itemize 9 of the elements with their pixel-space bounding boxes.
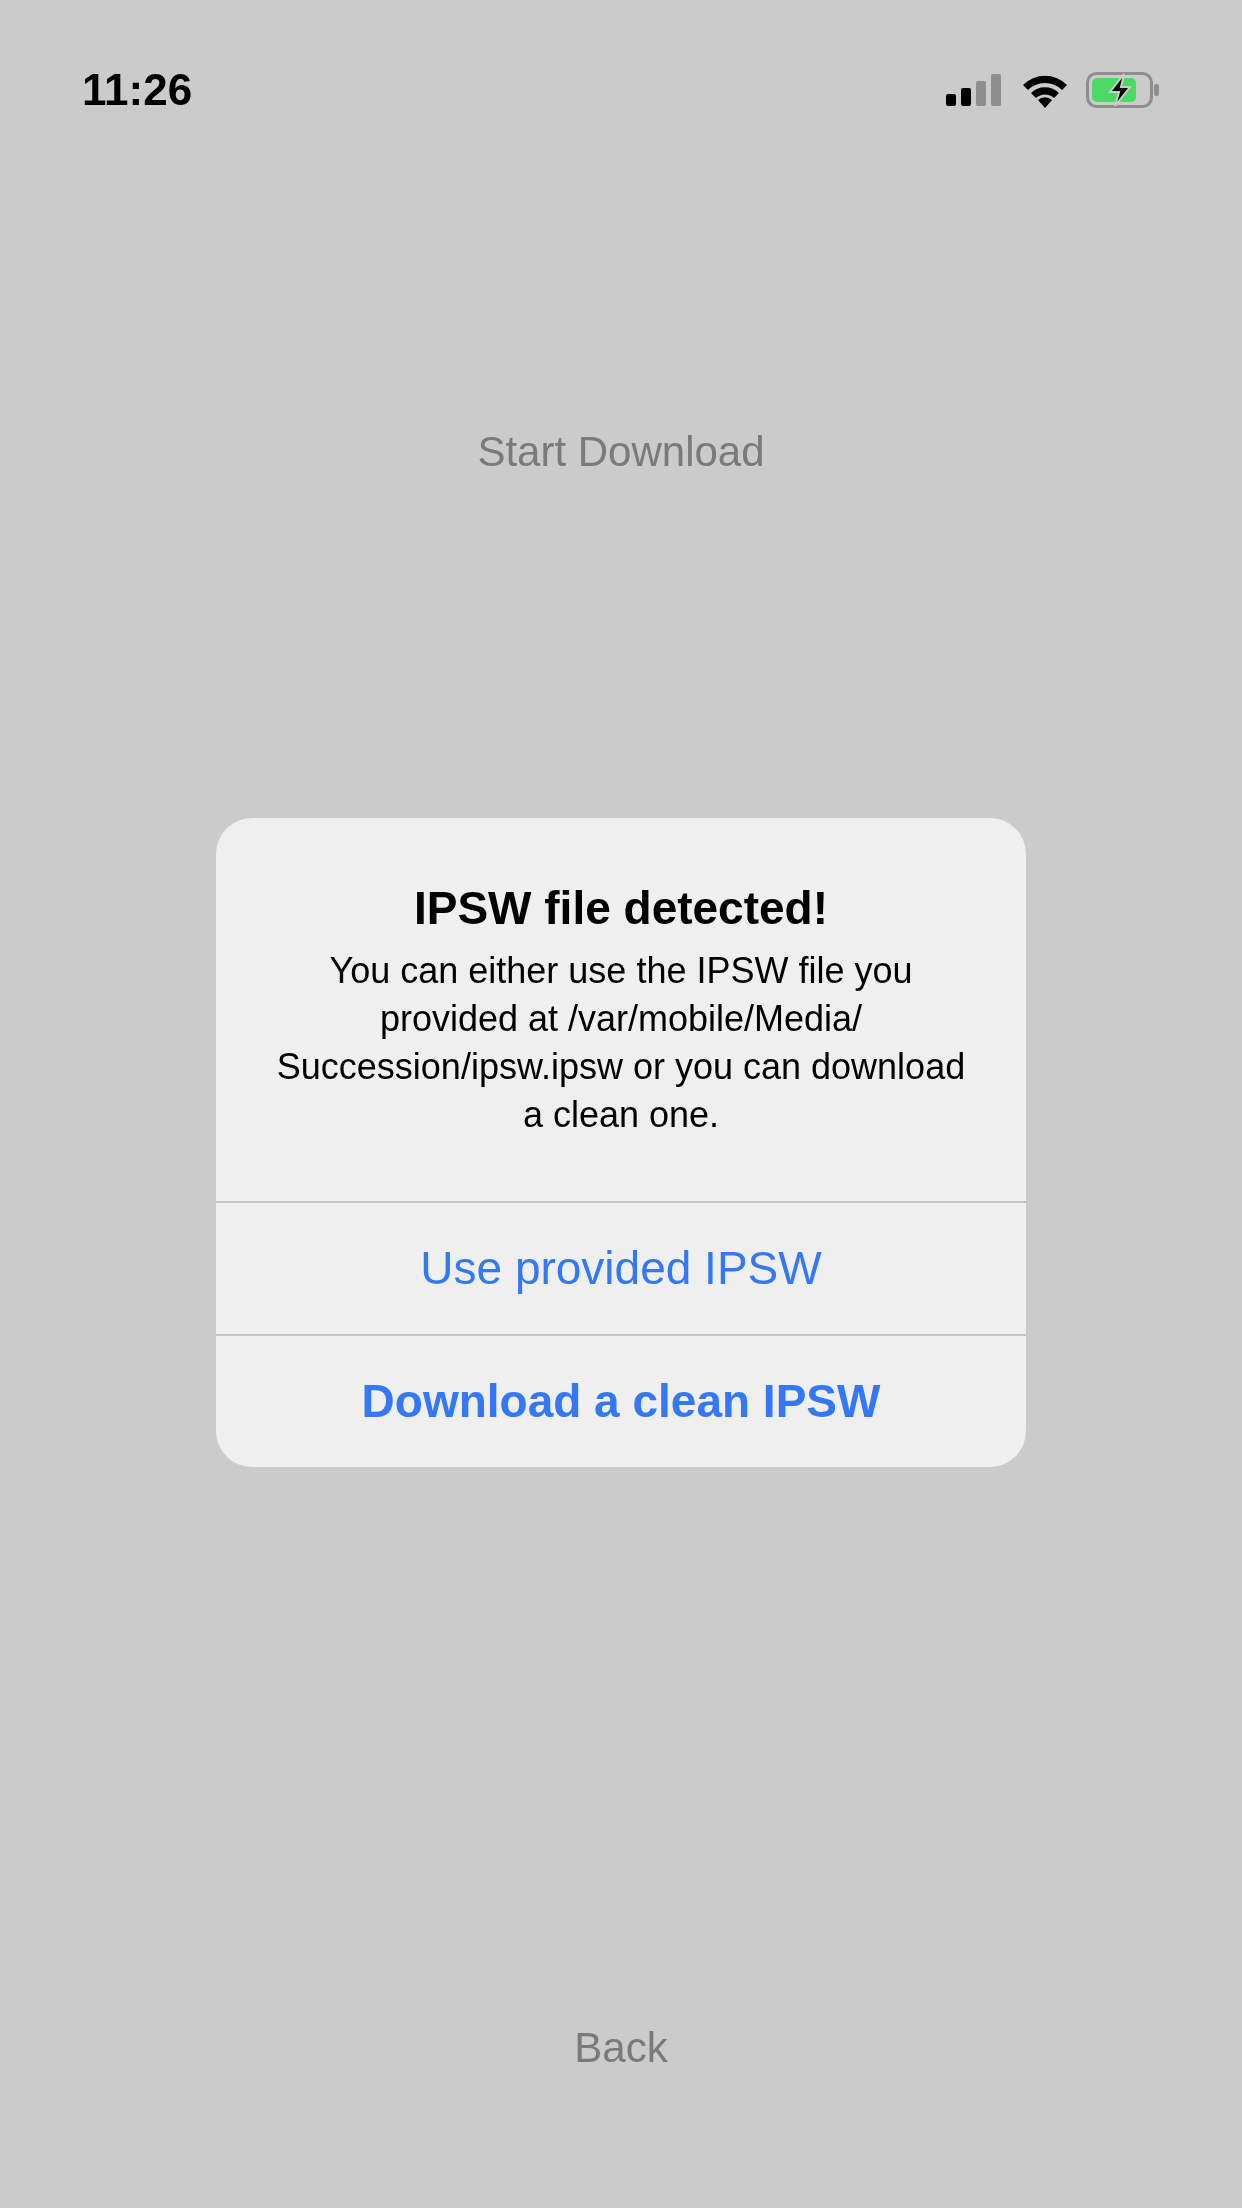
alert-title: IPSW file detected! [413,882,829,934]
signal-icon [946,74,1004,106]
alert-action-button[interactable]: Use provided IPSW [216,1201,1026,1334]
back-button[interactable]: Back [558,2016,684,2076]
start-download-button[interactable]: Start Download [461,420,781,480]
alert-action-button[interactable]: Download a clean IPSW [216,1334,1026,1467]
alert-message: You can either use the IPSW file you provided at /var/mobile/Media/ Succession/ipsw.ipsw or you can download a clean one. [275,949,967,1137]
status-time: 11:26 [82,64,193,116]
battery-charging-icon [1086,72,1160,108]
